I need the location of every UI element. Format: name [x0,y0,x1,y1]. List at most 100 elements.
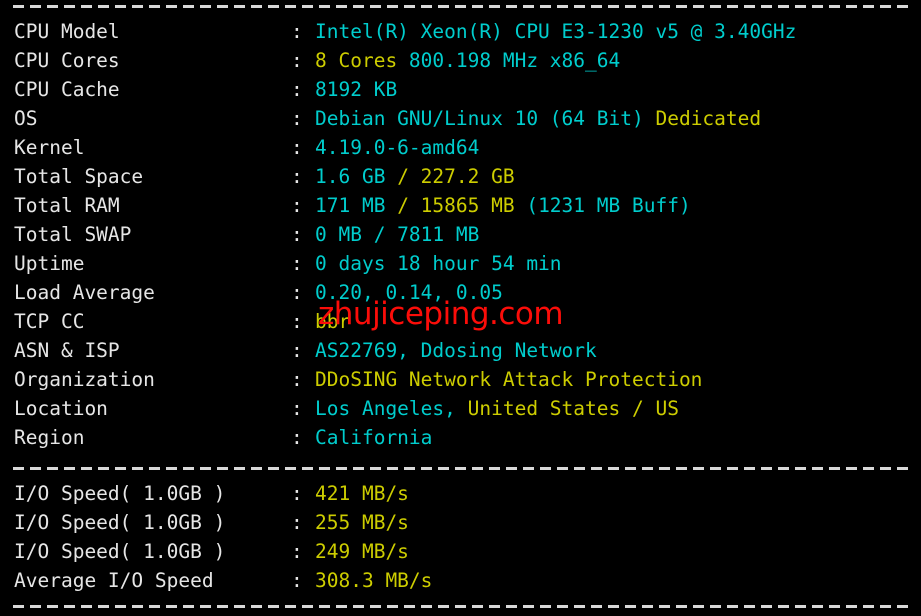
system-info-colon: : [291,107,303,130]
io-speed-row: I/O Speed( 1.0GB ):421 MB/s [14,479,914,508]
system-info-value-segment: (1231 MB Buff) [526,194,691,217]
system-info-value: Los Angeles, United States / US [315,394,679,423]
io-speed-row: Average I/O Speed:308.3 MB/s [14,566,914,595]
io-speed-label: I/O Speed( 1.0GB ) [14,482,226,505]
system-info-value: 0 days 18 hour 54 min [315,249,562,278]
system-info-row: Total SWAP:0 MB / 7811 MB [14,220,914,249]
system-info-colon: : [291,397,303,420]
system-info-row: Organization: DDoSING Network Attack Prot… [14,365,914,394]
system-info-value-segment: Intel(R) Xeon(R) CPU E3-1230 v5 @ 3.40GH… [315,20,797,43]
system-info-value: AS22769, Ddosing Network [315,336,597,365]
system-info-label: Total RAM [14,194,120,217]
system-info-value-segment: 800.198 MHz x86_64 [408,49,621,72]
system-info-colon: : [291,426,303,449]
system-info-row: CPU Cores:8 Cores 800.198 MHz x86_64 [14,46,914,75]
system-info-row: Location: Los Angeles, United States / US [14,394,914,423]
system-info-value: DDoSING Network Attack Protection [315,365,702,394]
system-info-value-segment: bbr [315,310,351,333]
system-info-label: Kernel [14,136,85,159]
divider-middle [13,467,911,470]
system-info-value: 4.19.0-6-amd64 [315,133,479,162]
system-info-label: Uptime [14,252,85,275]
io-speed-colon: : [291,569,303,592]
system-info-label: Total SWAP [14,223,132,246]
system-info-label: Total Space [14,165,144,188]
system-info-value-segment: 171 MB [315,194,398,217]
io-speed-label: Average I/O Speed [14,569,214,592]
system-info-label: Load Average [14,281,155,304]
system-info-colon: : [291,281,303,304]
system-info-value-segment: United States / US [467,397,679,420]
system-info-value-segment: Dedicated [655,107,762,130]
system-info-row: Region: California [14,423,914,452]
io-speed-colon: : [291,482,303,505]
system-info-colon: : [291,223,303,246]
system-info-colon: : [291,49,303,72]
system-info-label: TCP CC [14,310,85,333]
system-info-colon: : [291,310,303,333]
system-info-value: Debian GNU/Linux 10 (64 Bit) Dedicated [315,104,761,133]
system-info-value: Intel(R) Xeon(R) CPU E3-1230 v5 @ 3.40GH… [315,17,796,46]
system-info-value-segment: California [315,426,433,449]
io-speed-value-segment: 249 MB/s [315,540,409,563]
system-info-colon: : [291,194,303,217]
system-info-value: 8192 KB [315,75,397,104]
system-info-colon: : [291,20,303,43]
io-speed-colon: : [291,511,303,534]
system-info-row: Load Average:0.20, 0.14, 0.05 [14,278,914,307]
io-speed-colon: : [291,540,303,563]
io-speed-row: I/O Speed( 1.0GB ):255 MB/s [14,508,914,537]
system-info-value-segment: 0 MB / 7811 MB [315,223,480,246]
system-info-label: CPU Model [14,20,120,43]
system-info-value: California [315,423,432,452]
io-speed-value: 249 MB/s [315,537,409,566]
system-info-colon: : [291,78,303,101]
system-info-section: CPU Model: Intel(R) Xeon(R) CPU E3-1230 v… [14,17,914,452]
io-speed-label: I/O Speed( 1.0GB ) [14,540,226,563]
system-info-colon: : [291,252,303,275]
system-info-value-segment: Los Angeles, [315,397,468,420]
system-info-value: 171 MB / 15865 MB (1231 MB Buff) [315,191,691,220]
system-info-value-segment: / 227.2 GB [397,165,515,188]
system-info-row: Uptime:0 days 18 hour 54 min [14,249,914,278]
system-info-colon: : [291,136,303,159]
system-info-label: CPU Cores [14,49,120,72]
system-info-value-segment: 8192 KB [315,78,398,101]
system-info-row: Total RAM:171 MB / 15865 MB (1231 MB Buf… [14,191,914,220]
system-info-row: CPU Model: Intel(R) Xeon(R) CPU E3-1230 v… [14,17,914,46]
divider-top [13,5,911,8]
system-info-row: Total Space:1.6 GB / 227.2 GB [14,162,914,191]
system-info-value: 1.6 GB / 227.2 GB [315,162,515,191]
system-info-value-segment: DDoSING Network Attack Protection [315,368,703,391]
system-info-label: Region [14,426,85,449]
system-info-row: TCP CC: bbr [14,307,914,336]
io-speed-value-segment: 255 MB/s [315,511,409,534]
system-info-value: 0.20, 0.14, 0.05 [315,278,503,307]
system-info-row: OS: Debian GNU/Linux 10 (64 Bit) Dedicate… [14,104,914,133]
system-info-value-segment: 0 days 18 hour 54 min [315,252,562,275]
system-info-value-segment: / 15865 MB [397,194,527,217]
terminal-window: CPU Model: Intel(R) Xeon(R) CPU E3-1230 v… [0,0,921,616]
io-speed-value-segment: 308.3 MB/s [315,569,433,592]
io-speed-value: 308.3 MB/s [315,566,432,595]
system-info-value-segment: 4.19.0-6-amd64 [315,136,480,159]
system-info-value-segment: AS22769, Ddosing Network [315,339,597,362]
system-info-value: bbr [315,307,350,336]
io-speed-label: I/O Speed( 1.0GB ) [14,511,226,534]
system-info-value-segment: 0.20, 0.14, 0.05 [315,281,503,304]
io-speed-value: 255 MB/s [315,508,409,537]
system-info-label: ASN & ISP [14,339,120,362]
io-speed-row: I/O Speed( 1.0GB ):249 MB/s [14,537,914,566]
system-info-value-segment: Debian GNU/Linux 10 (64 Bit) [315,107,656,130]
system-info-row: Kernel:4.19.0-6-amd64 [14,133,914,162]
system-info-value-segment: 8 Cores [315,49,409,72]
system-info-row: ASN & ISP: AS22769, Ddosing Network [14,336,914,365]
system-info-colon: : [291,368,303,391]
system-info-value-segment: 1.6 GB [315,165,398,188]
io-speed-section: I/O Speed( 1.0GB ):421 MB/s I/O Speed( 1.… [14,479,914,595]
system-info-colon: : [291,165,303,188]
system-info-label: CPU Cache [14,78,120,101]
divider-bottom [13,605,911,608]
io-speed-value-segment: 421 MB/s [315,482,409,505]
system-info-value: 8 Cores 800.198 MHz x86_64 [315,46,620,75]
